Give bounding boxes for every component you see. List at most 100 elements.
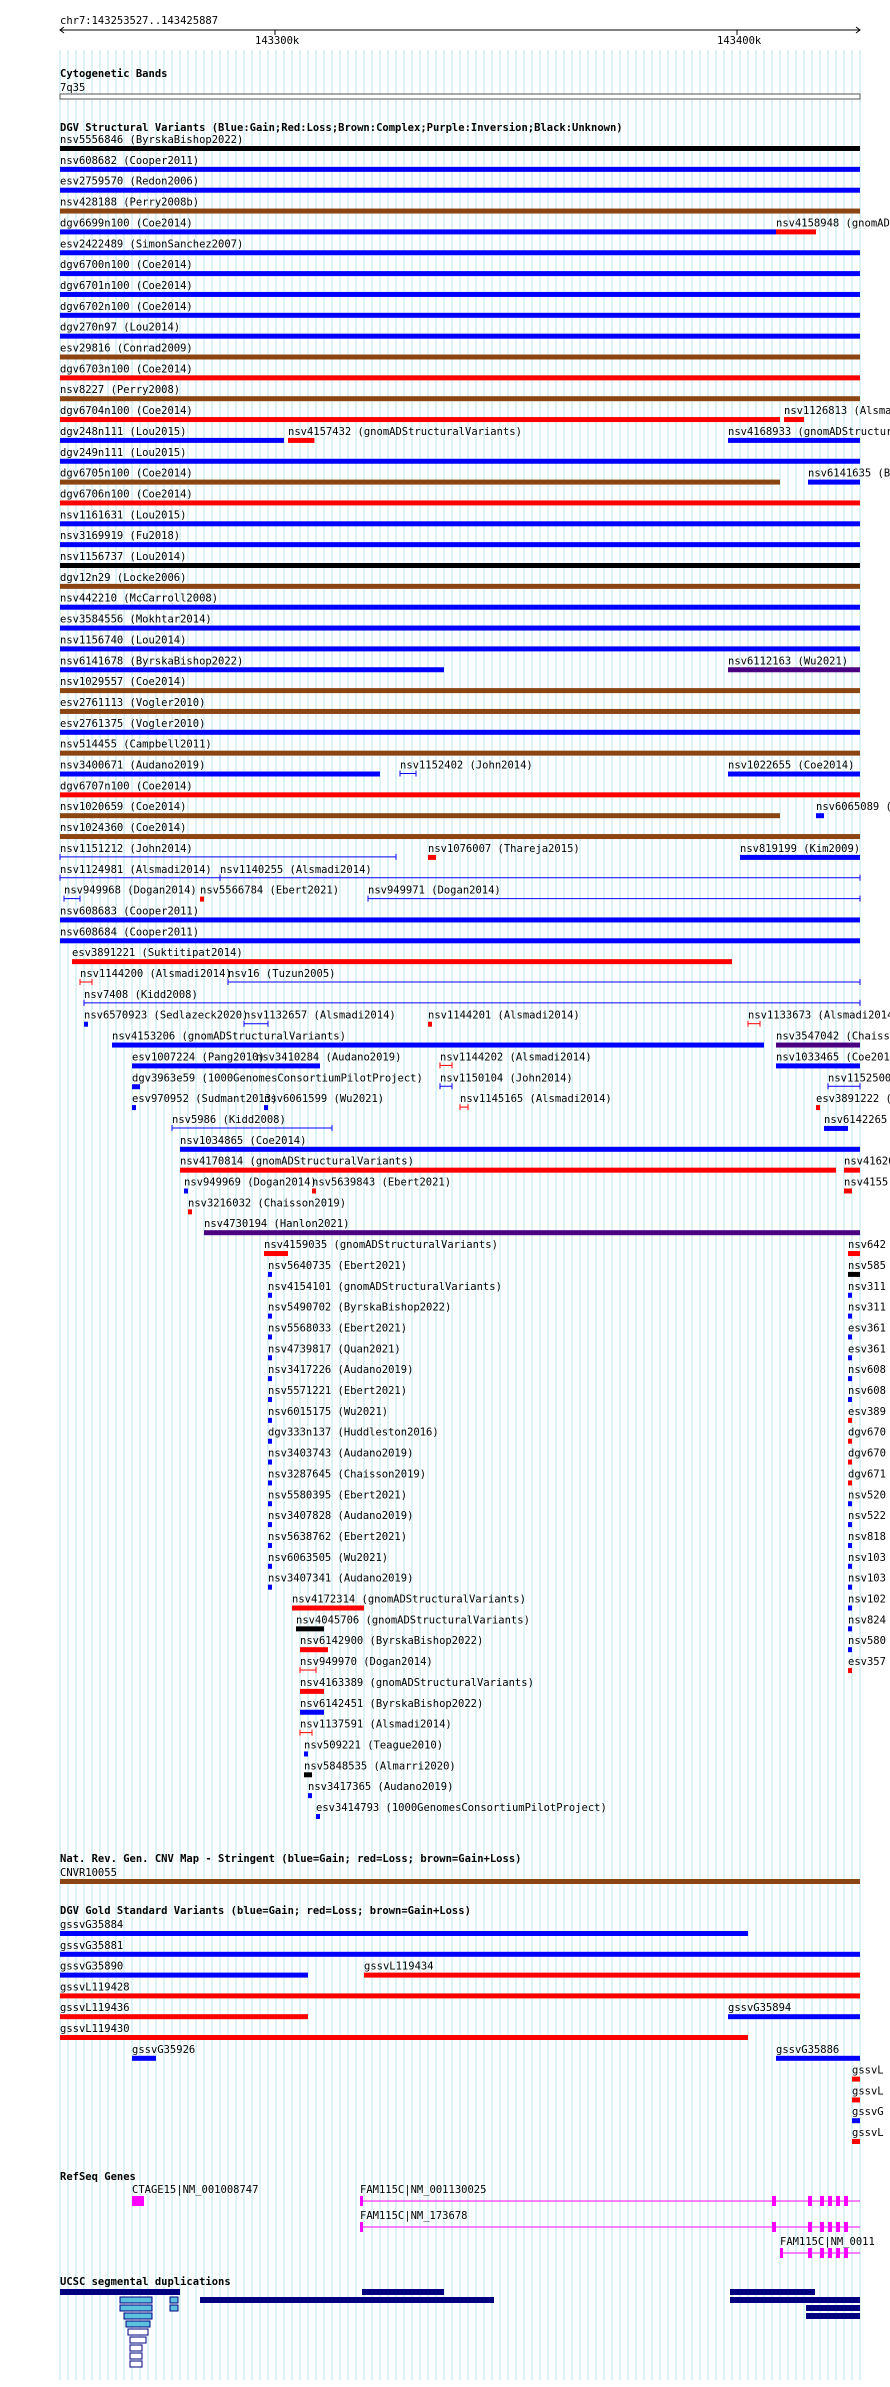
segdup-block[interactable] [200, 2297, 480, 2303]
variant-feature[interactable] [60, 1951, 860, 1957]
segdup-block[interactable] [806, 2305, 860, 2311]
variant-feature[interactable] [848, 1459, 852, 1465]
variant-feature[interactable] [268, 1334, 272, 1340]
variant-feature[interactable] [848, 1480, 852, 1486]
variant-feature[interactable] [60, 583, 860, 589]
segdup-block[interactable] [169, 2304, 179, 2312]
variant-feature[interactable] [60, 312, 860, 318]
variant-feature[interactable] [268, 1376, 272, 1382]
variant-feature[interactable] [60, 250, 860, 256]
variant-feature[interactable] [268, 1584, 272, 1590]
variant-feature[interactable] [364, 1972, 860, 1978]
variant-feature[interactable] [268, 1501, 272, 1507]
variant-feature[interactable] [844, 1167, 860, 1173]
variant-feature[interactable] [268, 1397, 272, 1402]
variant-feature[interactable] [288, 437, 315, 443]
segdup-block[interactable] [730, 2289, 815, 2295]
variant-feature[interactable] [60, 229, 776, 235]
variant-feature[interactable] [848, 1334, 852, 1340]
variant-feature[interactable] [268, 1292, 272, 1298]
variant-feature[interactable] [728, 771, 860, 777]
variant-feature[interactable] [264, 1105, 268, 1111]
variant-feature[interactable] [60, 2035, 748, 2040]
variant-feature[interactable] [60, 1879, 732, 1884]
variant-feature[interactable] [300, 1688, 324, 1694]
variant-feature[interactable] [848, 1563, 852, 1569]
variant-feature[interactable] [852, 2118, 860, 2124]
variant-feature[interactable] [60, 917, 860, 923]
segdup-block[interactable] [119, 2296, 153, 2304]
variant-feature[interactable] [60, 500, 860, 506]
variant-feature[interactable] [60, 396, 860, 402]
variant-feature[interactable] [268, 1313, 272, 1319]
segdup-block[interactable] [444, 2297, 494, 2303]
variant-feature[interactable] [848, 1626, 852, 1632]
variant-feature[interactable] [60, 354, 860, 360]
variant-feature[interactable] [60, 187, 860, 193]
variant-feature[interactable] [848, 1647, 852, 1653]
variant-feature[interactable] [776, 2055, 860, 2061]
variant-feature[interactable] [852, 2139, 860, 2144]
variant-feature[interactable] [60, 208, 860, 214]
segdup-block[interactable] [123, 2312, 153, 2320]
variant-feature[interactable] [848, 1584, 852, 1590]
variant-feature[interactable] [848, 1355, 852, 1361]
variant-feature[interactable] [776, 229, 816, 235]
variant-feature[interactable] [268, 1459, 272, 1465]
segdup-block[interactable] [730, 2297, 860, 2303]
variant-feature[interactable] [268, 1271, 272, 1277]
segdup-block[interactable] [362, 2289, 444, 2295]
variant-feature[interactable] [60, 291, 860, 297]
variant-feature[interactable] [60, 813, 780, 819]
variant-feature[interactable] [132, 1105, 136, 1111]
variant-feature[interactable] [316, 1814, 320, 1819]
variant-feature[interactable] [848, 1292, 852, 1298]
variant-feature[interactable] [60, 625, 860, 631]
variant-feature[interactable] [72, 959, 732, 965]
variant-feature[interactable] [292, 1605, 364, 1611]
variant-feature[interactable] [60, 542, 860, 548]
segdup-block[interactable] [125, 2320, 151, 2328]
variant-feature[interactable] [848, 1417, 852, 1423]
variant-feature[interactable] [132, 1084, 140, 1090]
segdup-block[interactable] [806, 2313, 860, 2319]
variant-feature[interactable] [132, 1063, 256, 1069]
variant-feature[interactable] [112, 1042, 764, 1048]
variant-feature[interactable] [728, 667, 860, 673]
variant-feature[interactable] [180, 1146, 860, 1152]
variant-feature[interactable] [204, 1230, 860, 1236]
variant-feature[interactable] [132, 2055, 156, 2061]
variant-feature[interactable] [848, 1397, 852, 1402]
segdup-block[interactable] [169, 2296, 179, 2304]
variant-feature[interactable] [60, 521, 860, 527]
variant-feature[interactable] [824, 1125, 848, 1131]
variant-feature[interactable] [776, 1042, 860, 1048]
variant-feature[interactable] [256, 1063, 320, 1069]
variant-feature[interactable] [60, 417, 780, 423]
variant-feature[interactable] [852, 2076, 860, 2082]
variant-feature[interactable] [60, 688, 860, 694]
segdup-block[interactable] [129, 2336, 147, 2344]
variant-feature[interactable] [308, 1793, 312, 1799]
variant-feature[interactable] [184, 1188, 188, 1194]
segdup-block[interactable] [129, 2352, 143, 2360]
variant-feature[interactable] [728, 2014, 860, 2020]
variant-feature[interactable] [188, 1209, 192, 1215]
variant-feature[interactable] [60, 938, 860, 944]
variant-feature[interactable] [816, 813, 824, 819]
variant-feature[interactable] [848, 1271, 860, 1277]
variant-feature[interactable] [728, 437, 860, 443]
variant-feature[interactable] [848, 1438, 852, 1444]
segdup-block[interactable] [60, 2289, 180, 2295]
variant-feature[interactable] [844, 1188, 852, 1194]
variant-feature[interactable] [268, 1417, 272, 1423]
segdup-block[interactable] [119, 2304, 153, 2312]
variant-feature[interactable] [784, 417, 804, 423]
variant-feature[interactable] [60, 729, 860, 735]
variant-feature[interactable] [60, 458, 860, 464]
variant-feature[interactable] [776, 1063, 860, 1069]
variant-feature[interactable] [808, 479, 860, 485]
variant-feature[interactable] [60, 604, 860, 610]
variant-feature[interactable] [60, 375, 860, 381]
variant-feature[interactable] [60, 1993, 860, 1999]
